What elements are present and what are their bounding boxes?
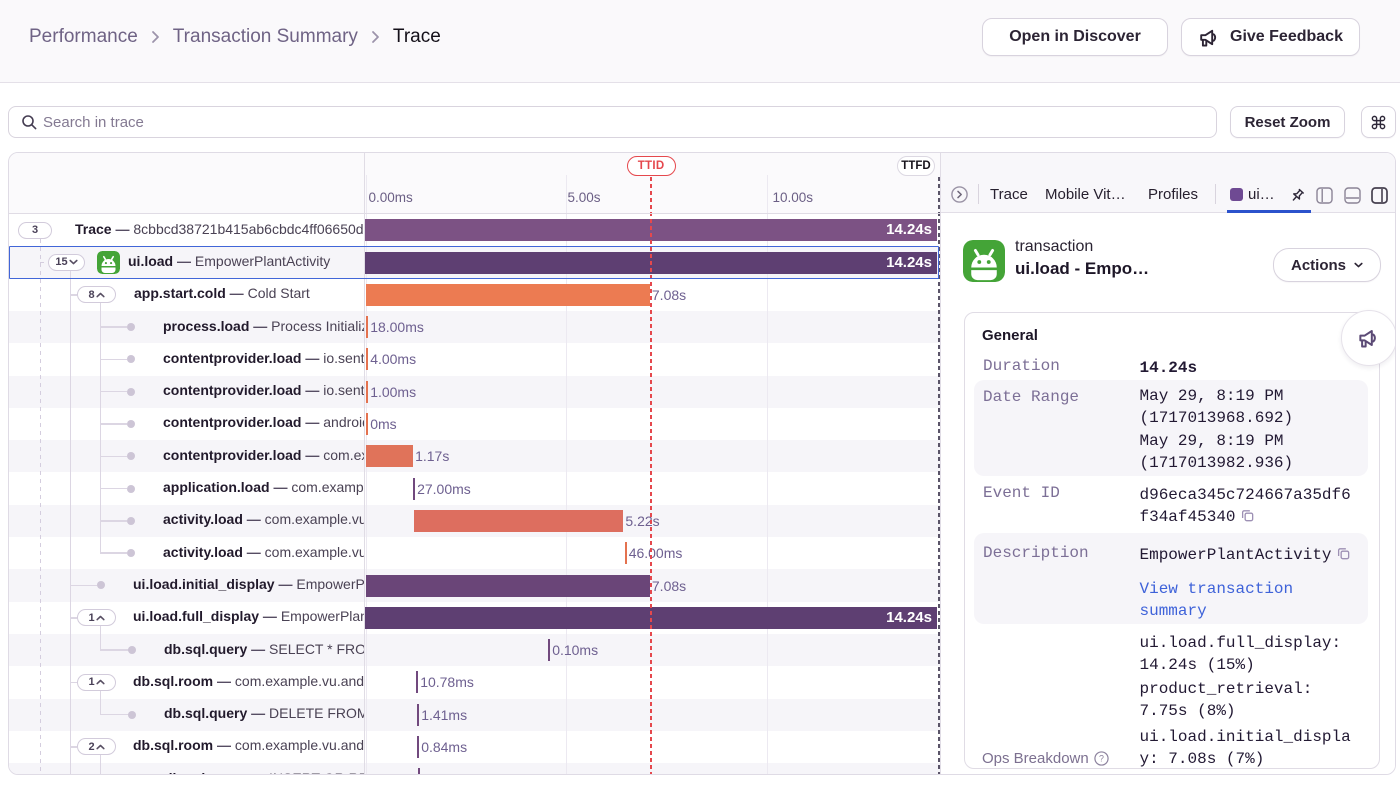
- svg-text:?: ?: [1099, 753, 1104, 763]
